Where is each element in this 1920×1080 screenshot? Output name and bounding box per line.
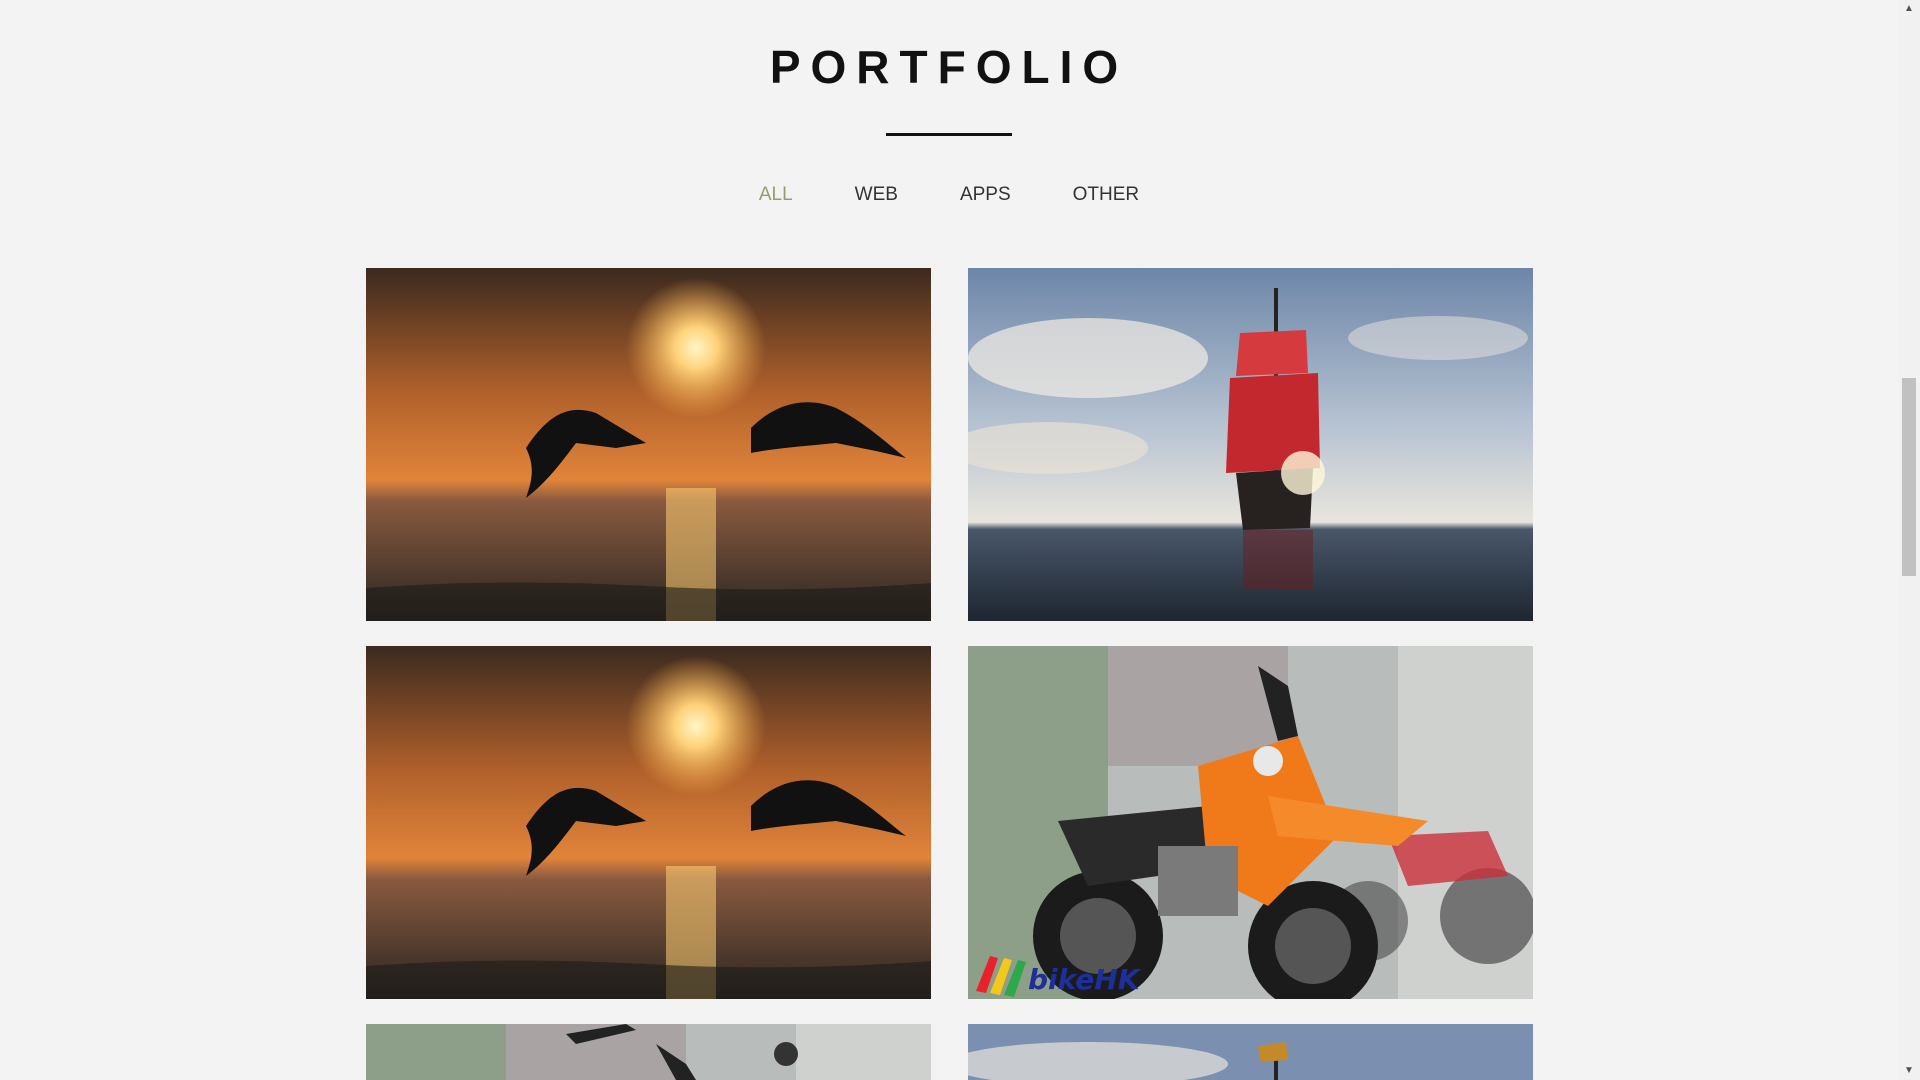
orange-motorbike-photo [366,1024,931,1080]
filter-other[interactable]: OTHER [1073,184,1140,206]
scroll-thumb[interactable] [1902,378,1916,576]
portfolio-item[interactable] [968,1024,1533,1080]
filter-all[interactable]: ALL [759,184,793,206]
section-title: PORTFOLIO [769,41,1129,93]
filter-web[interactable]: WEB [855,184,898,206]
portfolio-item[interactable]: bikeHK [968,646,1533,999]
filter-apps[interactable]: APPS [960,184,1011,206]
portfolio-item[interactable] [366,1024,931,1080]
portfolio-filters: ALL WEB APPS OTHER [0,184,1898,206]
title-divider [886,133,1012,136]
watermark-text: bikeHK [1028,963,1142,996]
red-sail-ship-photo [968,1024,1533,1080]
vertical-scrollbar[interactable]: ▲ ▼ [1898,0,1920,1080]
dolphins-sunset-photo [366,268,931,621]
red-sail-ship-photo [968,268,1533,621]
portfolio-item[interactable] [968,268,1533,621]
dolphins-sunset-photo [366,646,931,999]
scroll-up-icon[interactable]: ▲ [1898,0,1920,18]
portfolio-page: PORTFOLIO ALL WEB APPS OTHER bikeHK ▲ ▼ [0,0,1920,1080]
orange-motorbike-photo: bikeHK [968,646,1533,999]
portfolio-item[interactable] [366,646,931,999]
portfolio-item[interactable] [366,268,931,621]
scroll-down-icon[interactable]: ▼ [1898,1062,1920,1080]
